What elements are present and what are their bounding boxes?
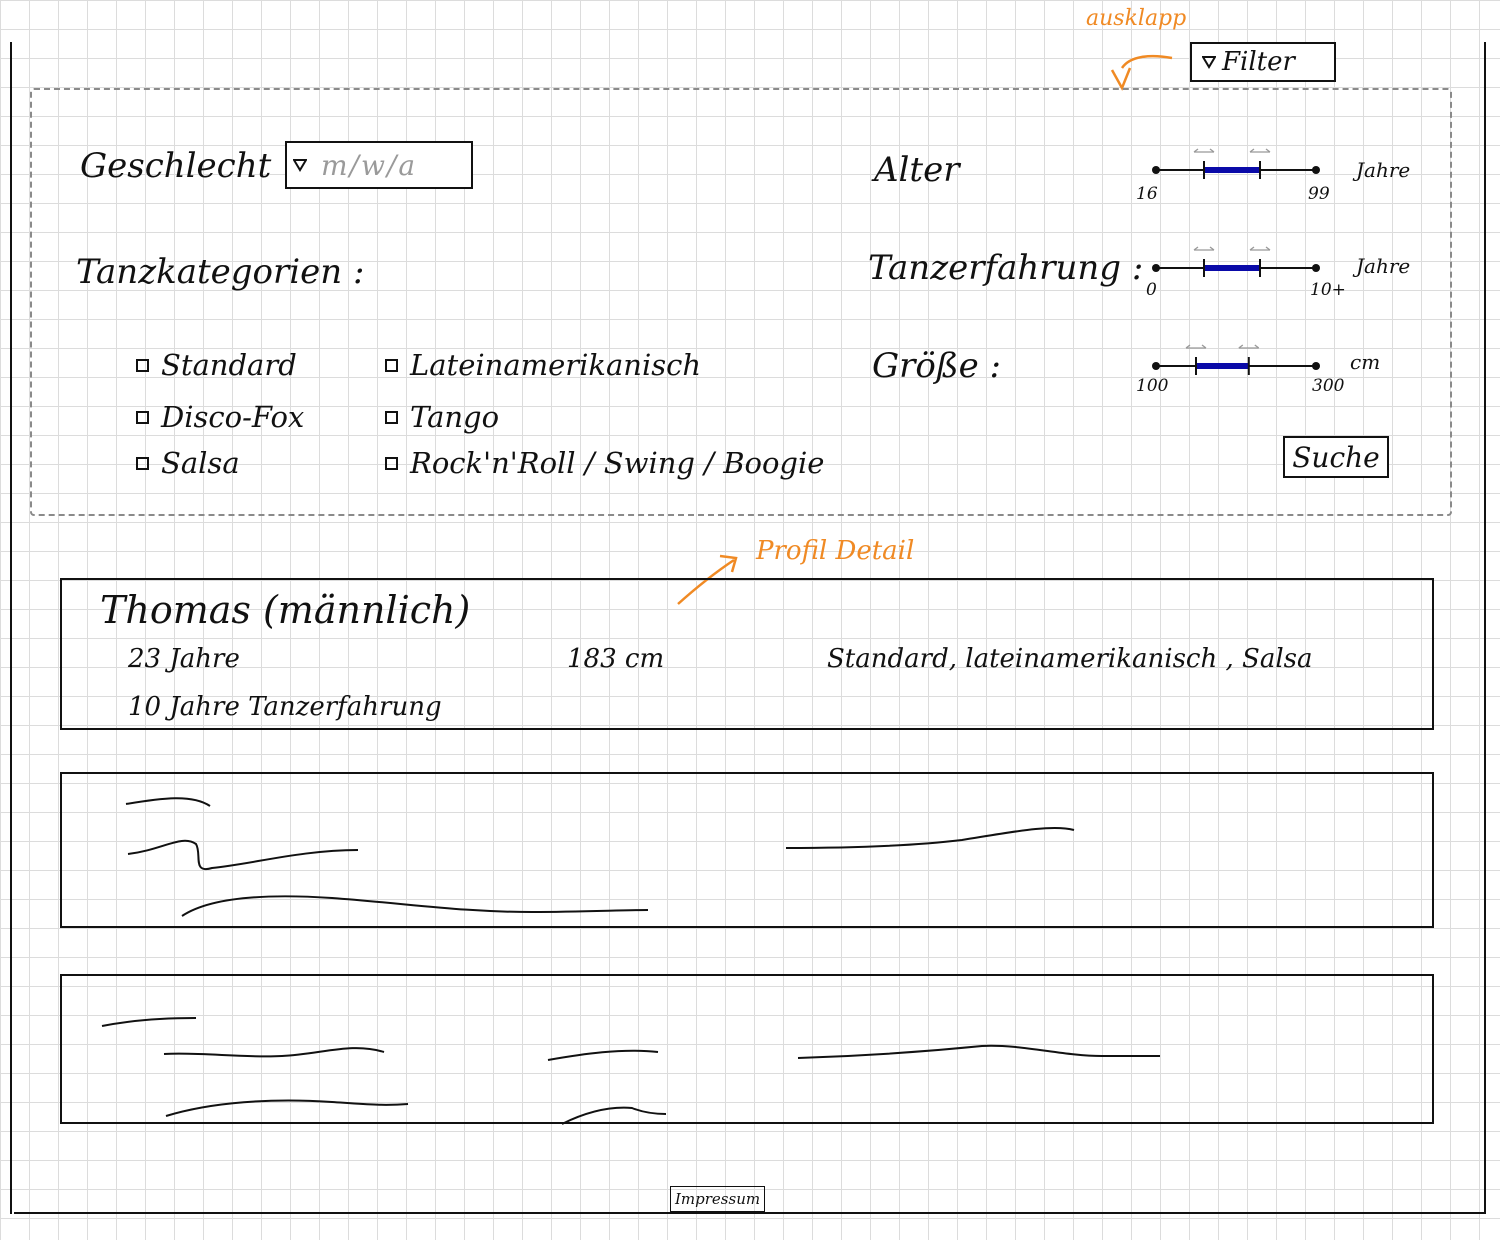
gender-label: Geschlecht (80, 146, 272, 186)
slider-unit: Jahre (1356, 254, 1411, 278)
profile-categories: Standard, lateinamerikanisch , Salsa (827, 644, 1313, 674)
slider-max-value: 300 (1312, 376, 1345, 396)
filter-toggle-label: Filter (1222, 47, 1295, 77)
slider-max-value: 99 (1308, 184, 1330, 204)
category-label: Tango (410, 400, 500, 434)
category-checkbox-salsa[interactable]: Salsa (136, 446, 240, 480)
age-label: Alter (874, 150, 960, 190)
search-button-label: Suche (1292, 440, 1380, 474)
height-range-slider[interactable]: 100 300 cm (1136, 334, 1380, 396)
profile-experience: 10 Jahre Tanzerfahrung (128, 692, 442, 722)
search-button[interactable]: Suche (1283, 436, 1389, 478)
category-checkbox-disco-fox[interactable]: Disco-Fox (136, 400, 304, 434)
checkbox-icon (136, 456, 149, 470)
age-range-slider[interactable]: 16 99 Jahre (1136, 138, 1410, 204)
filter-toggle-button[interactable]: Filter (1190, 42, 1336, 82)
category-label: Rock'n'Roll / Swing / Boogie (410, 446, 825, 480)
gender-select[interactable]: m/w/a (285, 141, 473, 189)
imprint-link[interactable]: Impressum (670, 1186, 766, 1212)
range-track (1152, 246, 1320, 277)
slider-max-dot (1312, 166, 1320, 174)
checkbox-icon (136, 410, 149, 424)
range-track (1152, 344, 1320, 375)
slider-min-value: 0 (1146, 280, 1157, 300)
category-checkbox-rocknroll[interactable]: Rock'n'Roll / Swing / Boogie (385, 446, 824, 480)
page-frame-right (1484, 42, 1486, 1214)
slider-min-value: 16 (1136, 184, 1158, 204)
checkbox-icon (385, 358, 398, 372)
expand-annotation: ausklapp (1086, 6, 1187, 31)
experience-range-slider[interactable]: 0 10+ Jahre (1146, 236, 1410, 300)
checkbox-icon (385, 410, 398, 424)
checkbox-icon (385, 456, 398, 470)
height-label: Größe : (872, 346, 1001, 386)
category-checkbox-latin[interactable]: Lateinamerikanisch (385, 348, 701, 382)
gender-select-value: m/w/a (321, 148, 418, 182)
slider-max-dot (1312, 264, 1320, 272)
category-checkbox-tango[interactable]: Tango (385, 400, 499, 434)
category-label: Standard (161, 348, 297, 382)
slider-max-value: 10+ (1310, 280, 1346, 300)
slider-max-dot (1312, 362, 1320, 370)
profile-age: 23 Jahre (128, 644, 240, 674)
slider-min-value: 100 (1136, 376, 1169, 396)
category-label: Lateinamerikanisch (410, 348, 702, 382)
profile-card-placeholder[interactable] (60, 772, 1434, 928)
dance-categories-label: Tanzkategorien : (76, 252, 365, 292)
profile-card[interactable]: Thomas (männlich) 23 Jahre 183 cm Standa… (60, 578, 1434, 730)
category-checkbox-standard[interactable]: Standard (136, 348, 297, 382)
placeholder-scribble (101, 1017, 1160, 1125)
slider-min-dot (1152, 264, 1160, 272)
slider-min-dot (1152, 166, 1160, 174)
range-track (1152, 148, 1320, 179)
profile-name: Thomas (männlich) (100, 588, 471, 632)
page-frame-left (10, 42, 12, 1214)
drag-arrows-icon (1238, 344, 1260, 349)
profile-card-placeholder[interactable] (60, 974, 1434, 1125)
drag-arrows-icon (1249, 246, 1271, 251)
category-label: Salsa (161, 446, 240, 480)
triangle-down-icon (293, 159, 307, 172)
drag-arrows-icon (1249, 148, 1271, 153)
checkbox-icon (136, 358, 149, 372)
drag-arrows-icon (1193, 148, 1215, 153)
slider-unit: cm (1350, 350, 1381, 374)
profile-detail-annotation: Profil Detail (756, 536, 915, 566)
drag-arrows-icon (1185, 344, 1207, 349)
slider-min-dot (1152, 362, 1160, 370)
drag-arrows-icon (1193, 246, 1215, 251)
experience-label: Tanzerfahrung : (868, 248, 1144, 288)
placeholder-scribble (125, 797, 1075, 917)
slider-unit: Jahre (1356, 158, 1411, 182)
page-frame-bottom (14, 1212, 1486, 1214)
profile-height: 183 cm (567, 644, 665, 674)
category-label: Disco-Fox (161, 400, 305, 434)
triangle-down-icon (1202, 56, 1216, 69)
